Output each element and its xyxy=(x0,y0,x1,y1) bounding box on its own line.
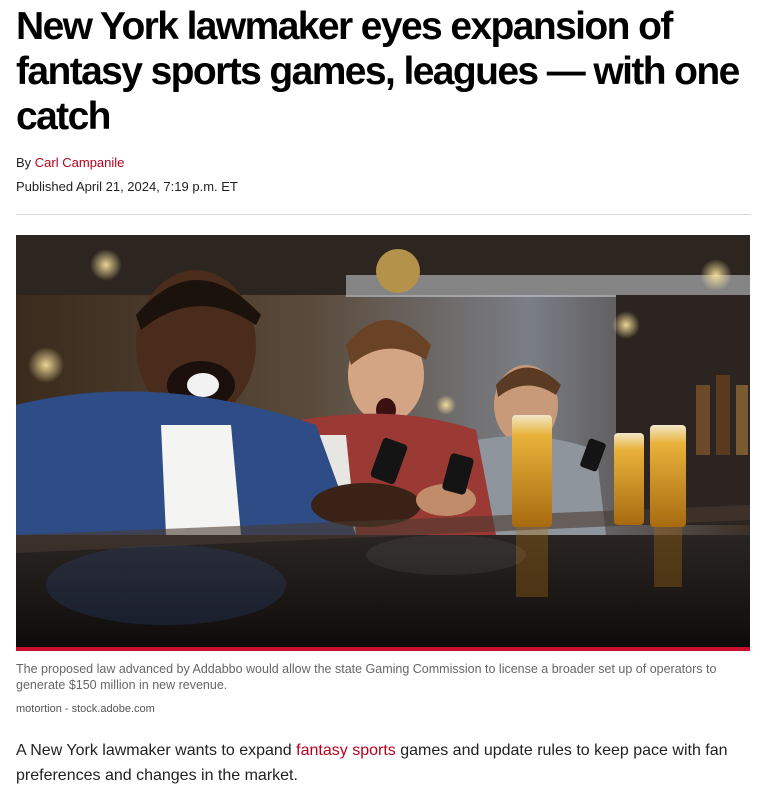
byline: By Carl Campanile xyxy=(16,155,751,171)
photo-credit: motortion - stock.adobe.com xyxy=(16,703,155,715)
fantasy-sports-link[interactable]: fantasy sports xyxy=(296,742,396,759)
published-date: Published April 21, 2024, 7:19 p.m. ET xyxy=(16,179,238,194)
byline-prefix: By xyxy=(16,155,32,170)
body-text-before-link: A New York lawmaker wants to expand xyxy=(16,742,297,759)
photo-caption: The proposed law advanced by Addabbo wou… xyxy=(16,662,717,692)
article-photo xyxy=(16,235,750,647)
article-body-paragraph: A New York lawmaker wants to expand fant… xyxy=(16,738,746,788)
article-headline: New York lawmaker eyes expansion of fant… xyxy=(16,5,740,138)
caption-accent-bar xyxy=(16,647,750,651)
bar-scene-illustration xyxy=(16,235,750,647)
author-link[interactable]: Carl Campanile xyxy=(35,155,125,170)
divider xyxy=(16,214,751,215)
article: New York lawmaker eyes expansion of fant… xyxy=(16,0,751,804)
